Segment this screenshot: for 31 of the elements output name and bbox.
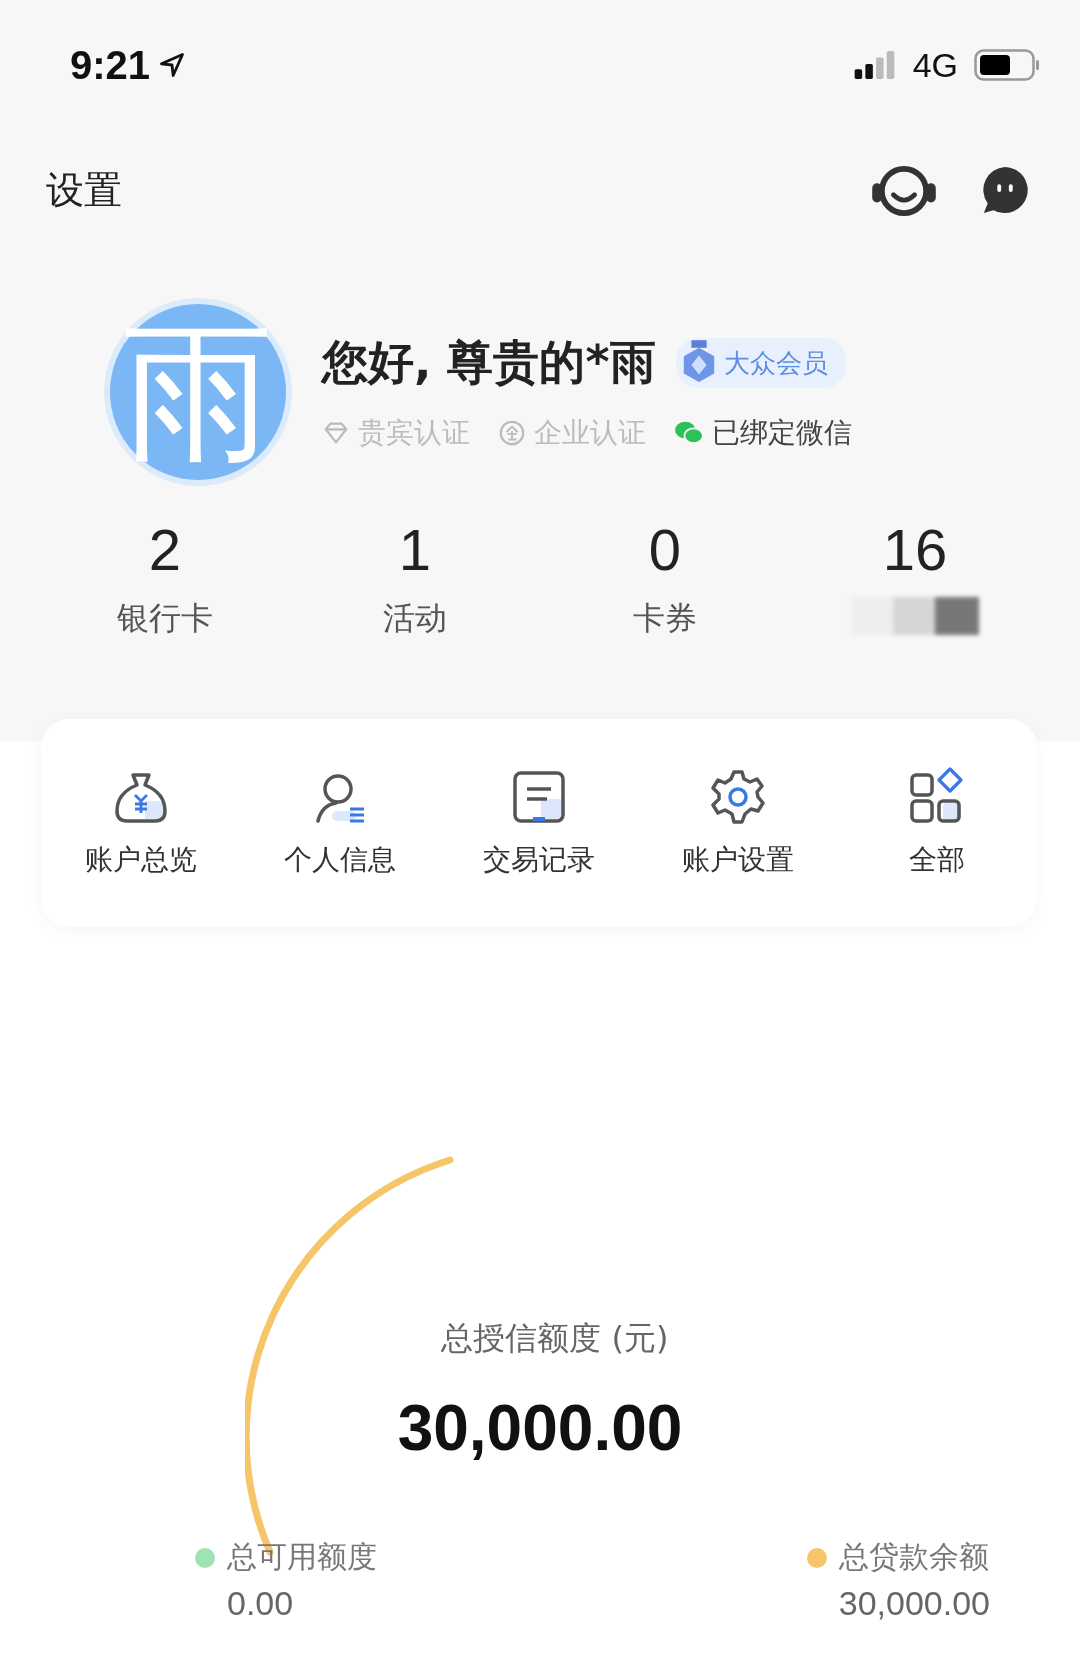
stat-value[interactable]: 2 (148, 516, 182, 583)
chat-icon[interactable] (980, 165, 1030, 215)
stat-value[interactable]: 0 (648, 516, 682, 583)
credit-total: 30,000.00 (397, 1391, 683, 1465)
shortcut-item[interactable]: 全部 (837, 767, 1037, 879)
legend-label: 总贷款余额 (838, 1538, 989, 1576)
shortcut-item[interactable]: 账户总览 (41, 767, 241, 879)
stat-value[interactable]: 1 (398, 516, 432, 583)
legend-value: 30,000.00 (838, 1584, 990, 1623)
wechat-icon (674, 420, 704, 446)
signal-icon (852, 50, 897, 80)
credit-title: 总授信额度 (元) (441, 1318, 669, 1359)
battery-icon (974, 49, 1040, 81)
headset-icon[interactable] (870, 164, 938, 216)
stat-label[interactable]: 卡券 (633, 597, 697, 641)
avatar: 雨 (104, 298, 292, 486)
location-arrow-icon (158, 51, 187, 79)
legend-label: 总可用额度 (227, 1538, 377, 1576)
stat-label[interactable]: 活动 (383, 597, 447, 641)
network-type: 4G (912, 45, 958, 85)
seal-icon (498, 419, 526, 447)
status-time: 9:21 (70, 42, 151, 88)
shortcut-item[interactable]: 交易记录 (439, 767, 639, 879)
legend-value: 0.00 (227, 1584, 295, 1623)
shortcut-item[interactable]: 个人信息 (240, 767, 440, 879)
certification-item[interactable]: 已绑定微信 (674, 414, 852, 452)
settings-link[interactable]: 设置 (46, 164, 122, 216)
shortcut-item[interactable]: 账户设置 (638, 767, 838, 879)
stat-value[interactable]: 16 (882, 516, 948, 583)
greeting: 您好, 尊贵的*雨 (322, 334, 656, 391)
stat-label[interactable]: 银行卡 (117, 597, 213, 641)
